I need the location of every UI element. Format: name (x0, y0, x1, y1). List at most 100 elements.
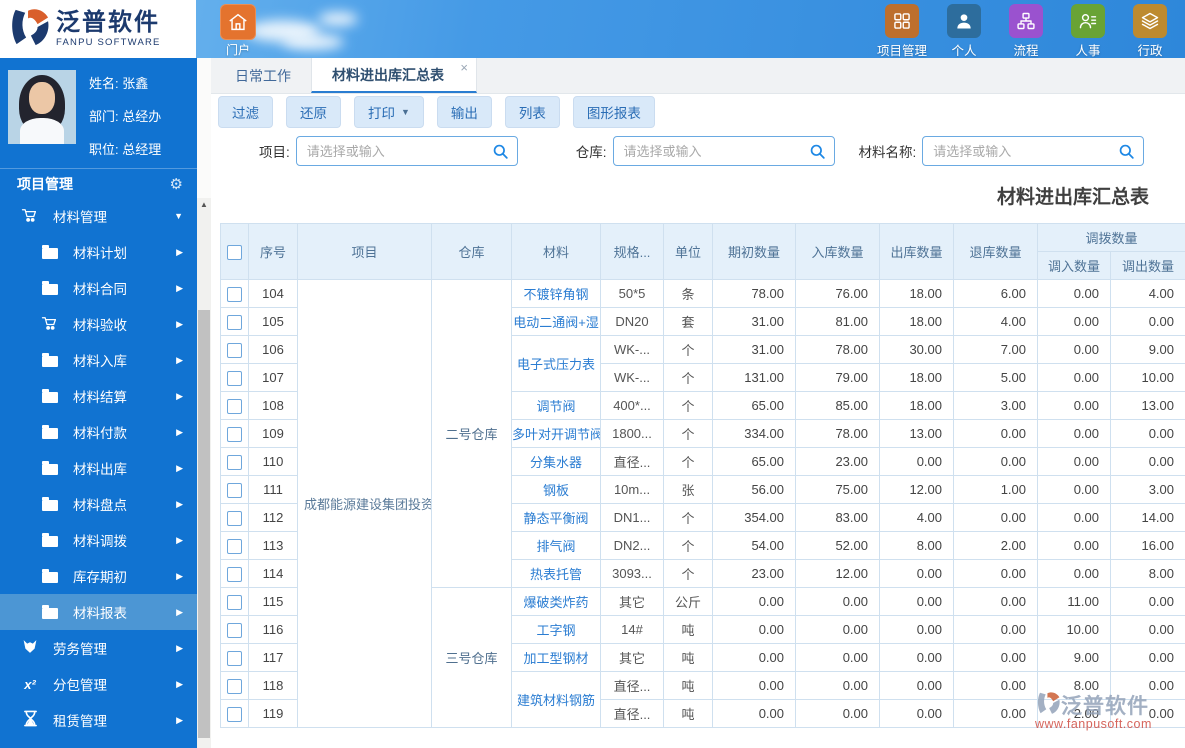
sidebar-item-material-payment[interactable]: 材料付款 ▶ (0, 414, 197, 450)
cell-number: 0.00 (953, 699, 1038, 728)
gear-icon[interactable]: ⚙ (170, 175, 183, 193)
app-window: 泛普软件 FANPU SOFTWARE 门户 项目管理 个人 流程 人事 行政 … (0, 0, 1185, 748)
print-button[interactable]: 打印 ▼ (354, 96, 424, 128)
report-title: 材料进出库汇总表 (996, 187, 1149, 208)
nav-project-management[interactable]: 项目管理 (871, 4, 933, 59)
nav-admin[interactable]: 行政 (1119, 4, 1181, 59)
sidebar-item-material-stocktake[interactable]: 材料盘点 ▶ (0, 486, 197, 522)
cell-number: 0.00 (953, 447, 1038, 476)
sidebar-item-material-transfer[interactable]: 材料调拨 ▶ (0, 522, 197, 558)
sidebar-item-material-inbound[interactable]: 材料入库 ▶ (0, 342, 197, 378)
row-checkbox[interactable] (227, 398, 242, 414)
filter-warehouse-input[interactable] (613, 143, 834, 159)
cell-number: 2.00 (953, 531, 1038, 560)
cell-spec: DN1... (600, 503, 664, 532)
filter-project-input[interactable] (296, 143, 517, 159)
cell-number: 5.00 (953, 363, 1038, 392)
cell-material-link[interactable]: 排气阀 (511, 531, 601, 560)
cell-seq: 116 (248, 615, 298, 644)
row-checkbox[interactable] (227, 482, 242, 498)
sidebar-item-material-settlement[interactable]: 材料结算 ▶ (0, 378, 197, 414)
cell-unit: 张 (663, 475, 713, 504)
export-button[interactable]: 输出 (436, 96, 492, 128)
filter-button[interactable]: 过滤 (218, 96, 273, 128)
nav-portal[interactable]: 门户 (214, 4, 262, 58)
row-checkbox[interactable] (227, 594, 242, 610)
search-icon[interactable] (808, 142, 827, 166)
sidebar-item-material-contract[interactable]: 材料合同 ▶ (0, 270, 197, 306)
sidebar-item-material-management[interactable]: 材料管理 ▼ (0, 198, 197, 234)
cell-material-link[interactable]: 爆破类炸药 (511, 587, 601, 616)
row-checkbox[interactable] (227, 706, 242, 722)
sidebar-item-label: 材料管理 (53, 210, 107, 225)
row-checkbox[interactable] (227, 538, 242, 554)
user-position: 职位: 总经理 (89, 142, 162, 157)
sidebar-scrollbar[interactable]: ▲ (197, 58, 211, 748)
filter-material-name-input[interactable] (923, 143, 1144, 159)
cell-number: 31.00 (712, 307, 796, 336)
row-checkbox[interactable] (227, 622, 242, 638)
sidebar-item-opening-inventory[interactable]: 库存期初 ▶ (0, 558, 197, 594)
sidebar-item-material-report[interactable]: 材料报表 ▶ (0, 594, 197, 630)
cell-material-link[interactable]: 分集水器 (511, 447, 601, 476)
sidebar-item-material-acceptance[interactable]: 材料验收 ▶ (0, 306, 197, 342)
cell-material-link[interactable]: 电子式压力表 (511, 335, 601, 392)
cell-number: 354.00 (712, 503, 796, 532)
sidebar-item-lease-management[interactable]: 租赁管理 ▶ (0, 702, 197, 738)
tab-material-inout-summary[interactable]: 材料进出库汇总表 × (311, 58, 477, 93)
sidebar-item-subcontract-management[interactable]: x² 分包管理 ▶ (0, 666, 197, 702)
close-icon[interactable]: × (460, 60, 468, 75)
folder-icon (42, 389, 58, 403)
restore-button[interactable]: 还原 (286, 96, 341, 128)
cell-number: 0.00 (879, 447, 954, 476)
row-checkbox[interactable] (227, 342, 242, 358)
scrollbar-thumb[interactable] (198, 310, 210, 738)
cell-material-link[interactable]: 多叶对开调节阀 (511, 419, 601, 448)
cell-number: 0.00 (1037, 531, 1111, 560)
cell-material-link[interactable]: 加工型钢材 (511, 643, 601, 672)
scroll-up-icon[interactable]: ▲ (197, 200, 211, 209)
cell-unit: 吨 (663, 615, 713, 644)
cell-number: 0.00 (879, 699, 954, 728)
row-checkbox[interactable] (227, 454, 242, 470)
search-icon[interactable] (491, 142, 510, 166)
cell-spec: 直径... (600, 699, 664, 728)
row-checkbox[interactable] (227, 370, 242, 386)
search-icon[interactable] (1117, 142, 1136, 166)
row-checkbox[interactable] (227, 650, 242, 666)
cell-material-link[interactable]: 钢板 (511, 475, 601, 504)
cell-material-link[interactable]: 工字钢 (511, 615, 601, 644)
cell-material-link[interactable]: 建筑材料钢筋 (511, 671, 601, 728)
row-checkbox[interactable] (227, 426, 242, 442)
row-checkbox[interactable] (227, 286, 242, 302)
cell-seq: 111 (248, 475, 298, 504)
cell-material-link[interactable]: 不镀锌角钢 (511, 279, 601, 308)
cell-material-link[interactable]: 静态平衡阀 (511, 503, 601, 532)
row-checkbox[interactable] (227, 314, 242, 330)
list-button[interactable]: 列表 (504, 96, 560, 128)
sidebar-item-material-plan[interactable]: 材料计划 ▶ (0, 234, 197, 270)
cell-seq: 109 (248, 419, 298, 448)
cell-seq: 119 (248, 699, 298, 728)
sidebar-item-labor-management[interactable]: 劳务管理 ▶ (0, 630, 197, 666)
cell-material-link[interactable]: 电动二通阀+湿 (511, 307, 601, 336)
cell-number: 0.00 (712, 643, 796, 672)
row-checkbox[interactable] (227, 678, 242, 694)
row-checkbox[interactable] (227, 566, 242, 582)
nav-personal[interactable]: 个人 (933, 4, 995, 59)
cell-number: 0.00 (953, 503, 1038, 532)
sidebar-item-material-outbound[interactable]: 材料出库 ▶ (0, 450, 197, 486)
tab-daily-work[interactable]: 日常工作 (215, 58, 311, 93)
select-all-checkbox[interactable] (227, 244, 242, 260)
nav-process[interactable]: 流程 (995, 4, 1057, 59)
restore-button-label: 还原 (300, 106, 327, 121)
cell-material-link[interactable]: 调节阀 (511, 391, 601, 420)
chart-report-button[interactable]: 图形报表 (572, 96, 655, 128)
nav-hr[interactable]: 人事 (1057, 4, 1119, 59)
cell-spec: 其它 (600, 643, 664, 672)
cell-material-link[interactable]: 热表托管 (511, 559, 601, 588)
x2-icon: x² (24, 676, 36, 692)
cart-icon (21, 207, 39, 226)
column-header-returned: 退库数量 (953, 223, 1038, 280)
row-checkbox[interactable] (227, 510, 242, 526)
